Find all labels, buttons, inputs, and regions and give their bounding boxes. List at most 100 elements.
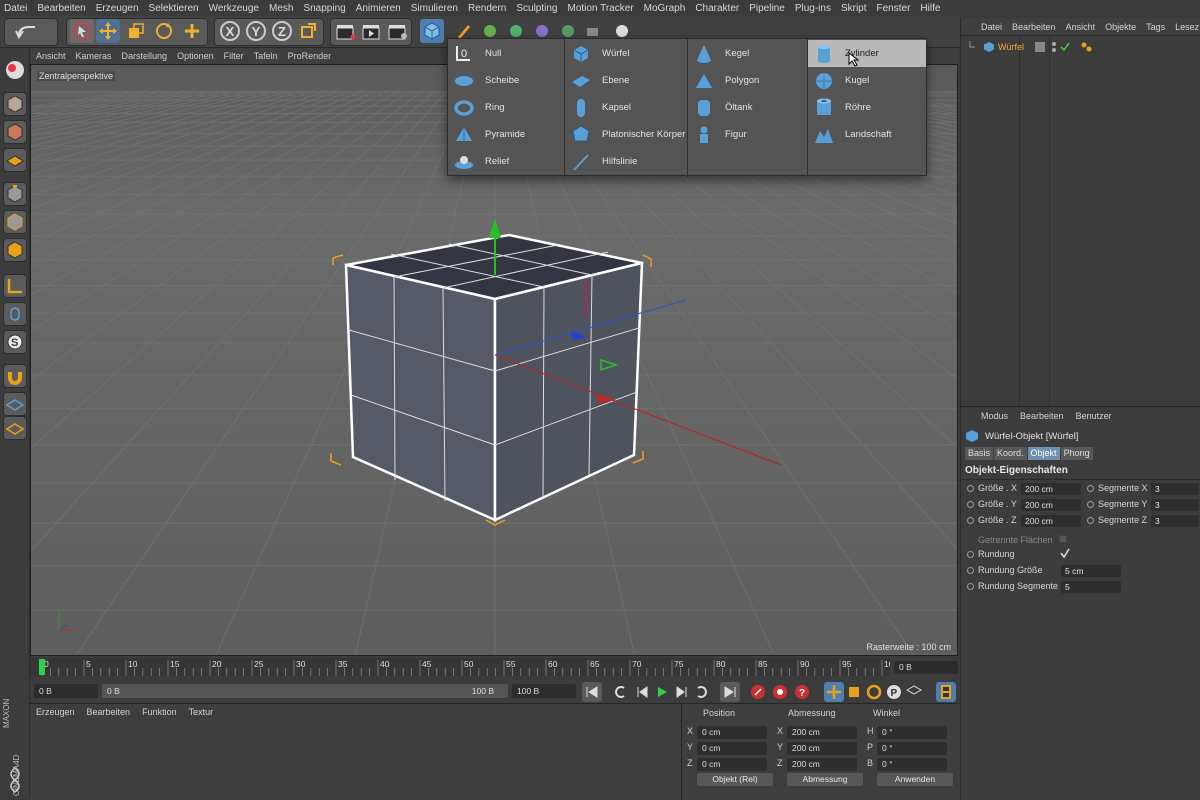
render-settings-button[interactable] — [386, 19, 410, 43]
coord-pos-y-field[interactable]: 0 cm — [697, 742, 767, 755]
size-x-field[interactable]: 200 cm — [1021, 483, 1081, 495]
menu-simulieren[interactable]: Simulieren — [411, 3, 458, 14]
anim-dot-seg-z[interactable] — [1087, 517, 1094, 524]
anim-dot-fillet-seg[interactable] — [967, 583, 974, 590]
next-key-button[interactable] — [692, 682, 712, 702]
check-icon[interactable] — [1060, 41, 1070, 53]
anim-dot-size-y[interactable] — [967, 501, 974, 508]
mat-menu-bearbeiten[interactable]: Bearbeiten — [87, 707, 131, 717]
coord-system-button[interactable] — [296, 19, 320, 43]
vp-menu-kameras[interactable]: Kameras — [76, 51, 112, 61]
prim-polygon[interactable]: Polygon — [693, 67, 806, 94]
edges-mode-button[interactable] — [3, 210, 27, 234]
prim-null[interactable]: 0 Null — [453, 40, 563, 67]
menu-bearbeiten[interactable]: Bearbeiten — [37, 3, 85, 14]
workplane-orange-button[interactable] — [3, 416, 27, 440]
play-button[interactable] — [652, 682, 672, 702]
seg-z-field[interactable]: 3 — [1151, 515, 1199, 527]
transform-tool-button[interactable] — [180, 19, 204, 43]
menu-fenster[interactable]: Fenster — [877, 3, 911, 14]
menu-animieren[interactable]: Animieren — [356, 3, 401, 14]
start-frame-field[interactable]: 0 B — [34, 684, 98, 698]
coord-size-mode-dropdown[interactable]: Abmessung — [787, 773, 863, 786]
prim-zylinder[interactable]: Zylinder — [808, 40, 926, 67]
prim-oeltank[interactable]: Öltank — [693, 94, 806, 121]
undo-button[interactable] — [4, 18, 58, 46]
coord-size-y-field[interactable]: 200 cm — [787, 742, 857, 755]
vp-menu-darstellung[interactable]: Darstellung — [122, 51, 168, 61]
goto-start-button[interactable] — [582, 682, 602, 702]
menu-erzeugen[interactable]: Erzeugen — [96, 3, 139, 14]
goto-end-button[interactable] — [720, 682, 740, 702]
key-position-button[interactable] — [824, 682, 844, 702]
vp-menu-filter[interactable]: Filter — [224, 51, 244, 61]
coord-rot-h-field[interactable]: 0 ° — [877, 726, 947, 739]
visibility-dots-icon[interactable] — [1050, 41, 1058, 53]
prim-wuerfel[interactable]: Würfel — [570, 40, 686, 67]
menu-mograph[interactable]: MoGraph — [644, 3, 686, 14]
menu-rendern[interactable]: Rendern — [468, 3, 506, 14]
preview-range-slider[interactable]: 0 B 100 B — [102, 684, 508, 698]
axis-mode-button[interactable] — [3, 274, 27, 298]
anim-dot-seg-x[interactable] — [1087, 485, 1094, 492]
prim-kegel[interactable]: Kegel — [693, 40, 806, 67]
magnet-button[interactable] — [3, 364, 27, 388]
menu-skript[interactable]: Skript — [841, 3, 867, 14]
layer-icon[interactable] — [1034, 41, 1046, 53]
separate-faces-checkbox[interactable] — [1059, 535, 1067, 543]
obj-menu-datei[interactable]: Datei — [981, 22, 1002, 32]
tab-basis[interactable]: Basis — [965, 447, 994, 460]
menu-datei[interactable]: Datei — [4, 3, 27, 14]
live-selection-button[interactable] — [70, 19, 94, 43]
key-rotation-button[interactable] — [864, 682, 884, 702]
vp-menu-ansicht[interactable]: Ansicht — [36, 51, 66, 61]
mat-menu-erzeugen[interactable]: Erzeugen — [36, 707, 75, 717]
mat-menu-funktion[interactable]: Funktion — [142, 707, 177, 717]
anim-dot-size-z[interactable] — [967, 517, 974, 524]
coord-size-z-field[interactable]: 200 cm — [787, 758, 857, 771]
obj-menu-lesez[interactable]: Lesez — [1175, 22, 1199, 32]
timeline-window-button[interactable] — [936, 682, 956, 702]
render-active-button[interactable] — [3, 58, 27, 82]
menu-mesh[interactable]: Mesh — [269, 3, 293, 14]
prim-relief[interactable]: Relief — [453, 148, 563, 175]
tweak-mode-button[interactable] — [3, 302, 27, 326]
obj-menu-objekte[interactable]: Objekte — [1105, 22, 1136, 32]
prev-key-button[interactable] — [610, 682, 630, 702]
menu-werkzeuge[interactable]: Werkzeuge — [209, 3, 259, 14]
menu-selektieren[interactable]: Selektieren — [149, 3, 199, 14]
object-row-wuerfel[interactable]: Würfel — [967, 40, 1197, 54]
current-frame-field[interactable]: 0 B — [894, 661, 958, 674]
vp-menu-prorender[interactable]: ProRender — [288, 51, 332, 61]
seg-y-field[interactable]: 3 — [1151, 499, 1199, 511]
move-tool-button[interactable] — [96, 19, 120, 43]
attr-menu-modus[interactable]: Modus — [981, 411, 1008, 421]
fillet-seg-field[interactable]: 5 — [1061, 581, 1121, 593]
axis-x-button[interactable]: X — [218, 19, 242, 43]
next-frame-button[interactable] — [672, 682, 692, 702]
attr-menu-benutzer[interactable]: Benutzer — [1076, 411, 1112, 421]
anim-dot-fillet[interactable] — [967, 551, 974, 558]
record-button[interactable] — [748, 682, 768, 702]
tab-phong[interactable]: Phong — [1060, 447, 1093, 460]
timeline[interactable]: 0 5 10 15 20 25 30 35 40 45 50 55 60 65 70 75 80 85 90 95 1 0… — [30, 656, 960, 680]
prim-figur[interactable]: Figur — [693, 121, 806, 148]
prim-pyramide[interactable]: Pyramide — [453, 121, 563, 148]
anim-dot-size-x[interactable] — [967, 485, 974, 492]
menu-plugins[interactable]: Plug-ins — [795, 3, 831, 14]
tab-objekt[interactable]: Objekt — [1027, 447, 1060, 460]
render-view-button[interactable] — [334, 19, 358, 43]
tab-koord[interactable]: Koord. — [994, 447, 1027, 460]
polygons-mode-button[interactable] — [3, 238, 27, 262]
menu-hilfe[interactable]: Hilfe — [920, 3, 940, 14]
autokey-button[interactable] — [770, 682, 790, 702]
coord-apply-button[interactable]: Anwenden — [877, 773, 953, 786]
vp-menu-optionen[interactable]: Optionen — [177, 51, 214, 61]
coord-pos-z-field[interactable]: 0 cm — [697, 758, 767, 771]
scale-tool-button[interactable] — [124, 19, 148, 43]
anim-dot-seg-y[interactable] — [1087, 501, 1094, 508]
prim-landschaft[interactable]: Landschaft — [813, 121, 926, 148]
mat-menu-textur[interactable]: Textur — [189, 707, 214, 717]
key-pla-button[interactable] — [904, 682, 924, 702]
fillet-checkbox[interactable] — [1059, 547, 1071, 559]
